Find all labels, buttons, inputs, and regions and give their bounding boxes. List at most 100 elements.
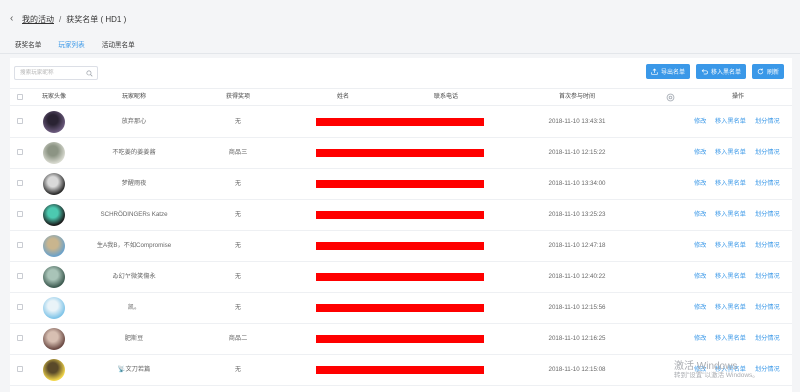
table-row: SCHRÖDINGERs Katze 无 2018-11-10 13:25:23 修改…	[10, 200, 792, 231]
share-stats-link[interactable]: 划分情况	[755, 262, 780, 292]
table-header: 玩家头像 玩家昵称 获得奖项 姓名 联系电话 首次参与时间 操作	[10, 88, 792, 106]
redacted-contact-info	[316, 149, 484, 157]
player-nickname: 📡文刀若篇	[117, 366, 151, 373]
chevron-left-icon[interactable]: ‹	[10, 14, 20, 24]
search-input[interactable]	[20, 69, 82, 77]
share-stats-link[interactable]: 划分情况	[755, 169, 780, 199]
undo-arrow-icon	[701, 69, 708, 75]
redacted-contact-info	[316, 304, 484, 312]
edit-link[interactable]: 修改	[694, 324, 706, 354]
search-box	[14, 66, 98, 80]
share-stats-link[interactable]: 划分情况	[755, 324, 780, 354]
toolbar: 导出名单 移入黑名单 刷新	[640, 64, 784, 79]
player-avatar	[43, 142, 65, 164]
tab-activity-blacklist[interactable]: 活动黑名单	[97, 40, 140, 54]
move-to-blacklist-link[interactable]: 移入黑名单	[715, 169, 746, 199]
prize-won: 无	[234, 273, 242, 280]
move-to-blacklist-link[interactable]: 移入黑名单	[715, 324, 746, 354]
column-header-name: 姓名	[336, 94, 350, 100]
column-header-actions: 操作	[731, 94, 745, 100]
tab-winner-list[interactable]: 获奖名单	[10, 40, 46, 54]
row-checkbox[interactable]	[17, 304, 23, 310]
move-to-blacklist-link[interactable]: 移入黑名单	[715, 231, 746, 261]
table-row: 📡文刀若篇 无 2018-11-10 12:15:08 修改 移入黑名单 划分情况	[10, 355, 792, 386]
row-checkbox[interactable]	[17, 149, 23, 155]
player-nickname: 肥斯豆	[124, 335, 144, 342]
refresh-icon	[757, 68, 764, 75]
column-header-avatar: 玩家头像	[41, 94, 67, 100]
export-list-label: 导出名单	[660, 70, 685, 76]
move-to-blacklist-link[interactable]: 移入黑名单	[715, 293, 746, 323]
breadcrumb: ‹ 我的活动 / 获奖名单 ( HD1 )	[10, 13, 126, 25]
share-stats-link[interactable]: 划分情况	[755, 355, 780, 385]
player-avatar	[43, 235, 65, 257]
move-to-blacklist-link[interactable]: 移入黑名单	[715, 107, 746, 137]
select-all-checkbox[interactable]	[17, 94, 23, 100]
share-stats-link[interactable]: 划分情况	[755, 107, 780, 137]
row-checkbox[interactable]	[17, 273, 23, 279]
redacted-contact-info	[316, 273, 484, 281]
column-header-phone: 联系电话	[433, 94, 459, 100]
gear-icon[interactable]	[666, 93, 675, 102]
share-stats-link[interactable]: 划分情况	[755, 138, 780, 168]
player-nickname: SCHRÖDINGERs Katze	[100, 211, 168, 218]
refresh-button[interactable]: 刷新	[751, 64, 784, 79]
move-to-blacklist-link[interactable]: 移入黑名单	[715, 355, 746, 385]
player-avatar	[43, 297, 65, 319]
row-checkbox[interactable]	[17, 335, 23, 341]
redacted-contact-info	[316, 242, 484, 250]
row-checkbox[interactable]	[17, 211, 23, 217]
first-join-time: 2018-11-10 12:15:22	[548, 149, 606, 156]
table-row: 肥斯豆 商品二 2018-11-10 12:16:25 修改 移入黑名单 划分情况	[10, 324, 792, 355]
first-join-time: 2018-11-10 13:25:23	[548, 211, 606, 218]
edit-link[interactable]: 修改	[694, 262, 706, 292]
edit-link[interactable]: 修改	[694, 355, 706, 385]
share-stats-link[interactable]: 划分情况	[755, 293, 780, 323]
move-to-blacklist-button[interactable]: 移入黑名单	[695, 64, 746, 79]
player-nickname: 梦醒雨夜	[121, 180, 147, 187]
player-avatar	[43, 111, 65, 133]
move-to-blacklist-link[interactable]: 移入黑名单	[715, 138, 746, 168]
table-row: 放弃那心 无 2018-11-10 13:43:31 修改 移入黑名单 划分情况	[10, 107, 792, 138]
player-nickname: 放弃那心	[121, 118, 147, 125]
prize-won: 无	[234, 180, 242, 187]
redacted-contact-info	[316, 211, 484, 219]
first-join-time: 2018-11-10 12:47:18	[548, 242, 606, 249]
tab-player-list[interactable]: 玩家列表	[53, 40, 90, 54]
row-checkbox[interactable]	[17, 180, 23, 186]
edit-link[interactable]: 修改	[694, 200, 706, 230]
redacted-contact-info	[316, 335, 484, 343]
share-stats-link[interactable]: 划分情况	[755, 231, 780, 261]
edit-link[interactable]: 修改	[694, 293, 706, 323]
first-join-time: 2018-11-10 13:34:00	[548, 180, 606, 187]
player-avatar	[43, 173, 65, 195]
tab-bar: 获奖名单 玩家列表 活动黑名单	[10, 40, 147, 54]
edit-link[interactable]: 修改	[694, 169, 706, 199]
prize-won: 商品二	[228, 335, 248, 342]
share-stats-link[interactable]: 划分情况	[755, 200, 780, 230]
prize-won: 无	[234, 118, 242, 125]
player-list-panel: 导出名单 移入黑名单 刷新 玩家头像 玩家昵称 获得奖项 姓名 联系电话 首次参…	[10, 58, 792, 392]
move-to-blacklist-link[interactable]: 移入黑名单	[715, 262, 746, 292]
search-icon[interactable]	[86, 70, 93, 77]
redacted-contact-info	[316, 118, 484, 126]
column-header-nickname: 玩家昵称	[121, 94, 147, 100]
player-nickname: 不吃姜的姜姜酱	[112, 149, 156, 156]
first-join-time: 2018-11-10 12:15:56	[548, 304, 606, 311]
table-row: 生A我B，不如Compromise 无 2018-11-10 12:47:18 修改移…	[10, 231, 792, 262]
row-checkbox[interactable]	[17, 118, 23, 124]
first-join-time: 2018-11-10 12:16:25	[548, 335, 606, 342]
export-list-button[interactable]: 导出名单	[645, 64, 690, 79]
row-checkbox[interactable]	[17, 366, 23, 372]
move-to-blacklist-link[interactable]: 移入黑名单	[715, 200, 746, 230]
edit-link[interactable]: 修改	[694, 107, 706, 137]
breadcrumb-my-activities[interactable]: 我的活动	[22, 14, 54, 25]
prize-won: 无	[234, 304, 242, 311]
redacted-contact-info	[316, 180, 484, 188]
move-to-blacklist-label: 移入黑名单	[710, 70, 741, 76]
page-title: 获奖名单 ( HD1 )	[66, 14, 127, 24]
edit-link[interactable]: 修改	[694, 231, 706, 261]
prize-won: 无	[234, 366, 242, 373]
row-checkbox[interactable]	[17, 242, 23, 248]
edit-link[interactable]: 修改	[694, 138, 706, 168]
